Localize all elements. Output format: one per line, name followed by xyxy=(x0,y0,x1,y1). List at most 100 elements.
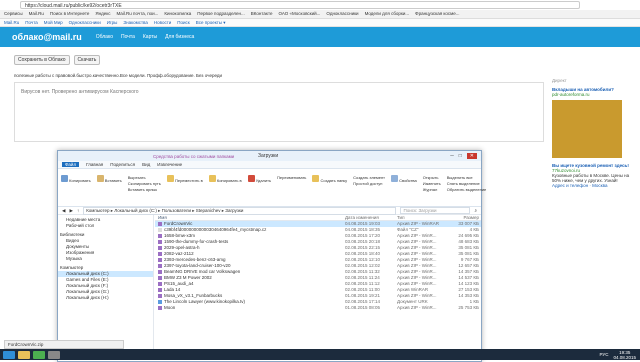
start-icon[interactable] xyxy=(3,350,15,359)
topbar-link[interactable]: Все проекты ▾ xyxy=(196,20,226,25)
navigation-pane: Недавние места Рабочий стол Библиотеки В… xyxy=(58,215,154,351)
cloud-nav: Облако Почта Карты Для бизнеса xyxy=(96,34,195,40)
copy-to-button[interactable]: Копировать в xyxy=(208,175,242,183)
app-taskbar-icon[interactable] xyxy=(48,350,60,359)
topbar-link[interactable]: Одноклассники xyxy=(69,20,101,25)
topbar-link[interactable]: Знакомства xyxy=(123,20,147,25)
column-type[interactable]: Тип xyxy=(397,215,443,220)
cut-button[interactable]: Вырезать xyxy=(128,175,161,180)
new-folder-button[interactable]: Создать папку xyxy=(312,175,347,183)
archive-icon xyxy=(158,251,162,256)
easy-access-button[interactable]: Простой доступ xyxy=(353,181,385,186)
up-icon[interactable]: ↑ xyxy=(77,208,79,213)
edit-button[interactable]: Изменить xyxy=(423,181,441,186)
tab-view[interactable]: Вид xyxy=(142,162,150,167)
ribbon: Копировать Вставить Вырезать Скопировать… xyxy=(58,169,486,207)
window-controls: ─ □ ✕ xyxy=(450,153,477,159)
cloud-nav-item[interactable]: Карты xyxy=(143,34,157,40)
topbar-link[interactable]: Игры xyxy=(107,20,118,25)
new-group: Создать элемент Простой доступ xyxy=(353,175,385,186)
archive-icon xyxy=(158,221,162,226)
rename-button[interactable]: Переименовать xyxy=(277,175,306,180)
cloud-nav-item[interactable]: Для бизнеса xyxy=(165,34,194,40)
column-name[interactable]: Имя xyxy=(155,215,345,220)
paste-shortcut-button[interactable]: Вставить ярлык xyxy=(128,187,161,192)
download-button[interactable]: Скачать xyxy=(73,55,101,65)
minimize-icon[interactable]: ─ xyxy=(450,153,454,159)
open-button[interactable]: Открыть xyxy=(423,175,441,180)
paste-button[interactable]: Вставить xyxy=(96,175,122,183)
browser-taskbar-icon[interactable] xyxy=(33,350,45,359)
virus-check-text: Вирусов нет. Проверено антивирусом Каспе… xyxy=(21,89,139,95)
copy-button[interactable]: Копировать xyxy=(61,175,91,183)
download-tab[interactable]: FordCrownVic.zip xyxy=(4,340,124,349)
bookmark[interactable]: Кинокопилка xyxy=(164,11,191,17)
bookmark[interactable]: Первое подразделен... xyxy=(197,11,245,17)
cloud-nav-item[interactable]: Облако xyxy=(96,34,113,40)
file-icon xyxy=(158,227,162,232)
nav-item[interactable]: Музыка xyxy=(58,256,153,262)
column-date[interactable]: Дата изменения xyxy=(345,215,397,220)
topbar-link[interactable]: Поиск xyxy=(177,20,189,25)
bookmark[interactable]: Французская косме... xyxy=(415,11,459,17)
select-none-button[interactable]: Снять выделение xyxy=(447,181,487,186)
topbar-link[interactable]: Мой Мир xyxy=(44,20,63,25)
topbar-link[interactable]: Новости xyxy=(154,20,171,25)
select-group: Выделить все Снять выделение Обратить вы… xyxy=(447,175,487,192)
explorer-taskbar-icon[interactable] xyxy=(18,350,30,359)
system-tray: РУС 19:35 04.08.2015 xyxy=(599,350,636,360)
archive-icon xyxy=(158,305,162,310)
bookmark[interactable]: ВКонтакте xyxy=(251,11,273,17)
archive-icon xyxy=(158,269,162,274)
invert-selection-button[interactable]: Обратить выделение xyxy=(447,187,487,192)
file-row[interactable]: Moon 01.08.2015 08:05 Архив ZIP - WinR...… xyxy=(155,305,481,311)
move-to-button[interactable]: Переместить в xyxy=(166,175,203,183)
ad-car-image[interactable] xyxy=(552,100,622,158)
ad-text: Кузовные работы в Москве. Цены на 50% ни… xyxy=(552,173,630,183)
archive-icon xyxy=(158,239,162,244)
bookmark[interactable]: Сервисы xyxy=(4,11,23,17)
topbar-link[interactable]: Почта xyxy=(25,20,38,25)
delete-button[interactable]: Удалить xyxy=(247,175,271,183)
bookmark[interactable]: Одноклассники xyxy=(326,11,358,17)
language-indicator[interactable]: РУС xyxy=(599,352,608,357)
ad-meta[interactable]: Адрес и телефон · Москва xyxy=(552,183,634,188)
ad-domain[interactable]: pdr-autoreforma.ru xyxy=(552,92,634,97)
bookmark[interactable]: Поиск в Интернете xyxy=(50,11,89,17)
ad-label: Директ xyxy=(552,78,567,83)
tab-extract[interactable]: Извлечение xyxy=(157,162,182,167)
tab-file[interactable]: Файл xyxy=(62,162,80,167)
bookmark[interactable]: Mail.Ru почта, пои... xyxy=(117,11,159,17)
select-all-button[interactable]: Выделить все xyxy=(447,175,487,180)
back-icon[interactable]: ◀ xyxy=(62,208,65,214)
bookmark[interactable]: Яндекс xyxy=(95,11,110,17)
close-icon[interactable]: ✕ xyxy=(466,153,477,159)
topbar-link[interactable]: Mail.Ru xyxy=(4,20,19,25)
column-size[interactable]: Размер xyxy=(443,215,479,220)
maximize-icon[interactable]: □ xyxy=(459,153,462,159)
copy-path-button[interactable]: Скопировать путь xyxy=(128,181,161,186)
address-bar[interactable]: https://cloud.mail.ru/public/ke92/ocetr3… xyxy=(20,1,580,9)
history-button[interactable]: Журнал xyxy=(423,187,441,192)
tab-share[interactable]: Поделиться xyxy=(110,162,135,167)
clipboard-group: Вырезать Скопировать путь Вставить ярлык xyxy=(128,175,161,192)
shared-file-line[interactable]: полезные работы с правовой.быстро.качест… xyxy=(14,73,544,78)
cloud-nav-item[interactable]: Почта xyxy=(121,34,135,40)
bookmark[interactable]: Модели для сборки... xyxy=(365,11,410,17)
bookmark[interactable]: Mail.Ru xyxy=(29,11,44,17)
save-to-cloud-button[interactable]: Сохранить в Облако xyxy=(14,55,70,65)
breadcrumb[interactable]: Компьютер ▸ Локальный диск (C:) ▸ Пользо… xyxy=(83,206,397,215)
forward-icon[interactable]: ▶ xyxy=(69,208,72,214)
new-item-button[interactable]: Создать элемент xyxy=(353,175,385,180)
search-input[interactable]: Поиск: Загрузки xyxy=(400,207,471,214)
clock[interactable]: 19:35 04.08.2015 xyxy=(613,350,636,360)
properties-button[interactable]: Свойства xyxy=(391,175,417,183)
nav-item[interactable]: Рабочий стол xyxy=(58,223,153,229)
nav-item[interactable]: Локальный диск (H:) xyxy=(58,295,153,301)
file-preview: Вирусов нет. Проверено антивирусом Каспе… xyxy=(14,82,544,142)
tab-home[interactable]: Главная xyxy=(86,162,103,167)
cloud-logo[interactable]: облако@mail.ru xyxy=(12,32,82,42)
copy-icon xyxy=(61,175,68,182)
folder-icon xyxy=(208,175,216,182)
bookmark[interactable]: ОАО «Московский... xyxy=(278,11,320,17)
